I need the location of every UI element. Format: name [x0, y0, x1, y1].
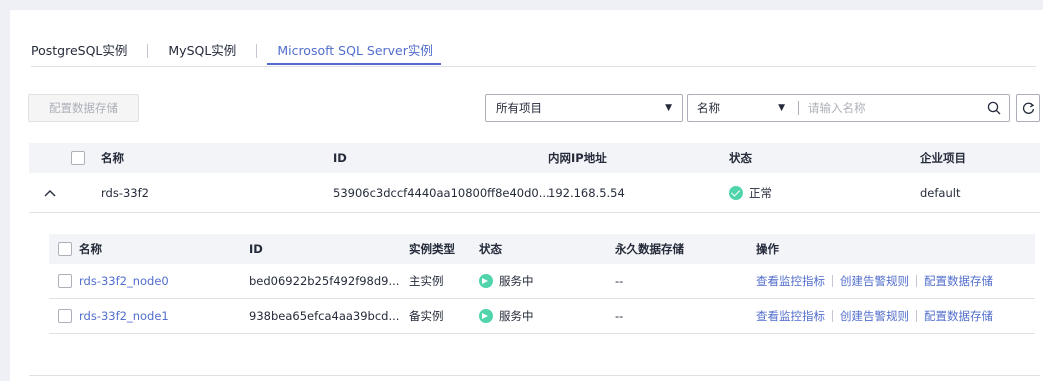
node-header-type: 实例类型: [409, 242, 455, 256]
instance-type-tabs: PostgreSQL实例 MySQL实例 Microsoft SQL Serve…: [31, 38, 441, 74]
search-group: 名称 ▼ 请输入名称: [687, 94, 1010, 122]
tab-divider: [256, 44, 258, 58]
search-field-value: 名称: [697, 101, 720, 115]
node-subtable: 名称 ID 实例类型 状态 永久数据存储 操作 rds-33f2_node0 b…: [29, 213, 1040, 376]
node-row-checkbox[interactable]: [58, 309, 72, 323]
node-status-text: 服务中: [499, 274, 534, 288]
instance-table-header: 名称 ID 内网IP地址 状态 企业项目: [29, 143, 1040, 173]
op-divider: [832, 275, 833, 287]
caret-down-icon: ▼: [778, 103, 785, 113]
op-divider: [916, 275, 917, 287]
tab-mysql[interactable]: MySQL实例: [168, 38, 236, 74]
instance-project: default: [920, 186, 961, 200]
header-ip: 内网IP地址: [548, 151, 607, 165]
node-storage: --: [615, 309, 624, 323]
search-icon[interactable]: [987, 101, 1001, 115]
header-status: 状态: [729, 151, 752, 165]
tabs-underline: [31, 66, 1036, 67]
create-alarm-link[interactable]: 创建告警规则: [840, 309, 909, 323]
node-name-link[interactable]: rds-33f2_node0: [79, 264, 169, 299]
refresh-button[interactable]: [1016, 94, 1040, 122]
view-metrics-link[interactable]: 查看监控指标: [756, 309, 825, 323]
config-storage-link[interactable]: 配置数据存储: [924, 274, 993, 288]
instance-ip: 192.168.5.54: [548, 186, 625, 200]
node-header-name: 名称: [79, 242, 102, 256]
search-field-select[interactable]: 名称 ▼: [688, 95, 798, 121]
node-storage: --: [615, 274, 624, 288]
node-status-text: 服务中: [499, 309, 534, 323]
node-type: 备实例: [409, 309, 444, 323]
create-alarm-link[interactable]: 创建告警规则: [840, 274, 909, 288]
refresh-icon: [1022, 102, 1035, 114]
node-name-link[interactable]: rds-33f2_node1: [79, 299, 169, 334]
search-divider: [798, 101, 799, 115]
node-header-storage: 永久数据存储: [615, 242, 684, 256]
config-storage-button[interactable]: 配置数据存储: [28, 94, 139, 122]
instance-id: 53906c3dccf4440aa10800ff8e40d0...: [333, 186, 550, 200]
header-name: 名称: [101, 151, 124, 165]
instance-panel: PostgreSQL实例 MySQL实例 Microsoft SQL Serve…: [10, 10, 1043, 381]
caret-down-icon: ▼: [665, 103, 672, 113]
running-icon: [479, 274, 493, 288]
search-input[interactable]: 请输入名称: [808, 95, 978, 121]
node-table-header: 名称 ID 实例类型 状态 永久数据存储 操作: [49, 234, 1035, 264]
op-divider: [832, 310, 833, 322]
instance-name: rds-33f2: [101, 186, 149, 200]
node-ops: 查看监控指标 创建告警规则 配置数据存储: [756, 264, 993, 299]
header-id: ID: [333, 151, 347, 165]
header-project: 企业项目: [920, 151, 966, 165]
node-ops: 查看监控指标 创建告警规则 配置数据存储: [756, 299, 993, 334]
instance-status: 正常: [729, 173, 772, 213]
node-id: bed06922b25f492f98d9...: [249, 274, 400, 288]
node-header-id: ID: [249, 242, 263, 256]
tab-sqlserver[interactable]: Microsoft SQL Server实例: [267, 38, 441, 74]
node-header-ops: 操作: [756, 242, 779, 256]
running-icon: [479, 309, 493, 323]
tab-divider: [147, 44, 149, 58]
instance-status-text: 正常: [749, 186, 772, 200]
project-select[interactable]: 所有项目 ▼: [485, 94, 683, 122]
op-divider: [916, 310, 917, 322]
node-id: 938bea65efca4aa39bcd...: [249, 309, 400, 323]
collapse-chevron-icon[interactable]: [43, 187, 57, 199]
node-status: 服务中: [479, 264, 534, 299]
config-storage-link[interactable]: 配置数据存储: [924, 309, 993, 323]
node-header-status: 状态: [479, 242, 502, 256]
node-row-checkbox[interactable]: [58, 274, 72, 288]
tab-postgresql[interactable]: PostgreSQL实例: [31, 38, 127, 74]
node-row: rds-33f2_node1 938bea65efca4aa39bcd... 备…: [49, 299, 1035, 334]
check-circle-icon: [729, 186, 743, 200]
project-select-value: 所有项目: [496, 101, 542, 115]
node-row: rds-33f2_node0 bed06922b25f492f98d9... 主…: [49, 264, 1035, 299]
node-type: 主实例: [409, 274, 444, 288]
instance-row: rds-33f2 53906c3dccf4440aa10800ff8e40d0.…: [29, 173, 1040, 213]
view-metrics-link[interactable]: 查看监控指标: [756, 274, 825, 288]
select-all-checkbox[interactable]: [71, 151, 85, 165]
node-status: 服务中: [479, 299, 534, 334]
select-all-nodes-checkbox[interactable]: [58, 242, 72, 256]
